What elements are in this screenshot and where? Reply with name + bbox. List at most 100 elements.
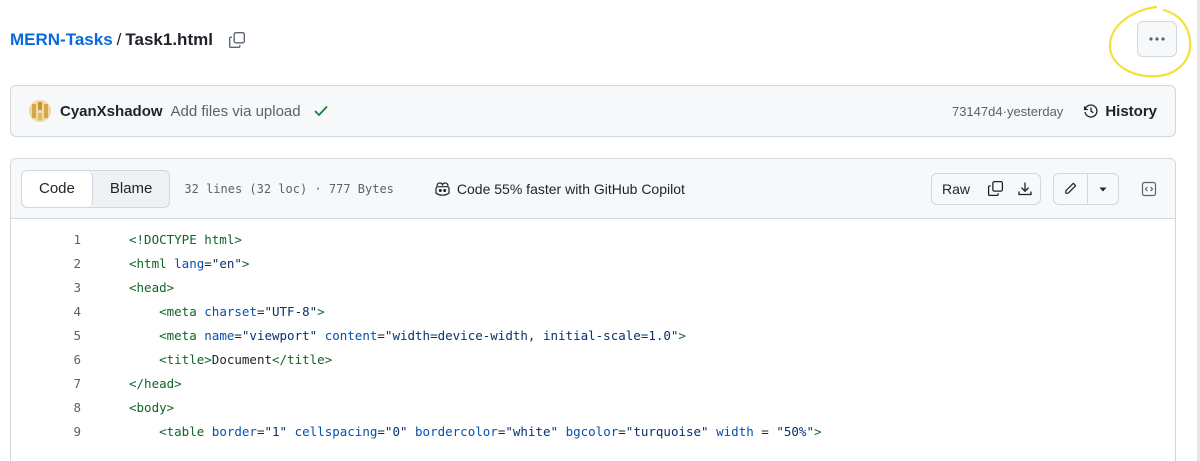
line-content: <body> (91, 400, 174, 415)
code-line: 8 <body> (11, 395, 1175, 419)
code-token: "0" (384, 423, 408, 439)
line-number[interactable]: 8 (11, 400, 91, 415)
line-content: <!DOCTYPE html> (91, 232, 242, 247)
code-token: Document (211, 351, 273, 367)
copy-icon (228, 32, 245, 48)
code-token: = (377, 423, 385, 439)
code-token: > (241, 255, 250, 271)
breadcrumb: MERN-Tasks / Task1.html (10, 24, 249, 56)
check-icon (313, 102, 331, 120)
history-button[interactable]: History (1083, 103, 1157, 120)
code-token: content (324, 327, 378, 343)
code-token: "width=device-width, initial-scale=1.0" (384, 327, 679, 343)
raw-button[interactable]: Raw (932, 174, 980, 204)
commit-sha[interactable]: 73147d4 (952, 104, 1003, 119)
code-token: charset (204, 303, 257, 319)
history-label: History (1105, 102, 1157, 120)
code-token: = (618, 423, 626, 439)
line-number[interactable]: 2 (11, 256, 91, 271)
code-token: "turquoise" (625, 423, 709, 439)
code-token: bordercolor (415, 423, 498, 439)
code-token: width (716, 423, 754, 439)
code-token: </title> (272, 351, 333, 367)
line-number[interactable]: 5 (11, 328, 91, 343)
breadcrumb-separator: / (116, 30, 122, 49)
code-line: 7 </head> (11, 371, 1175, 395)
code-token: "white" (505, 423, 559, 439)
line-content: <html lang="en"> (91, 256, 249, 271)
code-token: > (813, 423, 822, 439)
code-token: lang (174, 255, 205, 271)
line-content: <head> (91, 280, 174, 295)
edit-button[interactable] (1054, 173, 1088, 204)
code-line: 4 <meta charset="UTF-8"> (11, 299, 1175, 323)
code-line: 5 <meta name="viewport" content="width=d… (11, 323, 1175, 347)
tab-blame[interactable]: Blame (93, 171, 170, 207)
code-token: > (678, 327, 686, 343)
avatar[interactable] (29, 100, 51, 122)
code-token: <meta (159, 327, 205, 343)
line-number[interactable]: 3 (11, 280, 91, 295)
line-content: <meta name="viewport" content="width=dev… (91, 328, 686, 343)
line-content: </head> (91, 376, 182, 391)
line-number[interactable]: 4 (11, 304, 91, 319)
line-number[interactable]: 9 (11, 424, 91, 439)
code-token: "UTF-8" (264, 303, 318, 319)
file-actions: Raw (930, 172, 1165, 205)
edit-group (1053, 172, 1119, 205)
file-info: 32 lines (32 loc) · 777 Bytes (184, 181, 394, 196)
commit-author[interactable]: CyanXshadow (60, 103, 163, 120)
commit-time: yesterday (1006, 103, 1064, 119)
code-token: "50%" (776, 423, 814, 439)
copy-raw-button[interactable] (980, 174, 1010, 204)
code-body: 1 <!DOCTYPE html> 2 <html lang="en"> 3 <head>… (11, 219, 1175, 443)
code-token: </head> (129, 375, 182, 391)
code-token: cellspacing (294, 423, 378, 439)
more-options-button[interactable] (1137, 21, 1177, 57)
file-viewer: Code Blame 32 lines (32 loc) · 777 Bytes… (10, 158, 1176, 461)
code-token: = (204, 255, 212, 271)
code-token: border (211, 423, 257, 439)
code-token: <meta (159, 303, 205, 319)
code-token: = (234, 327, 242, 343)
line-content: <meta charset="UTF-8"> (91, 304, 325, 319)
download-button[interactable] (1010, 174, 1040, 204)
code-token: name (204, 327, 235, 343)
code-token: <head> (129, 279, 175, 295)
triangle-down-icon (1099, 187, 1107, 191)
code-token: <body> (129, 399, 175, 415)
tab-code[interactable]: Code (22, 170, 93, 207)
file-name: Task1.html (125, 30, 213, 49)
code-token: = (753, 423, 777, 439)
latest-commit-bar: CyanXshadow Add files via upload 73147d4… (10, 85, 1176, 137)
commit-message[interactable]: Add files via upload (171, 103, 301, 120)
repo-link[interactable]: MERN-Tasks (10, 30, 113, 50)
edit-dropdown-button[interactable] (1088, 174, 1118, 204)
code-token: <title> (159, 351, 212, 367)
code-line: 3 <head> (11, 275, 1175, 299)
view-mode-tabs: Code Blame (21, 169, 171, 208)
kebab-icon (1149, 37, 1165, 41)
code-token: = (377, 327, 385, 343)
symbols-panel-button[interactable] (1133, 173, 1165, 205)
code-token: "1" (264, 423, 288, 439)
code-line: 6 <title>Document</title> (11, 347, 1175, 371)
copilot-link[interactable]: Code 55% faster with GitHub Copilot (434, 181, 685, 197)
file-header: Code Blame 32 lines (32 loc) · 777 Bytes… (11, 159, 1175, 219)
code-token: <html (129, 255, 175, 271)
line-number[interactable]: 7 (11, 376, 91, 391)
line-number[interactable]: 6 (11, 352, 91, 367)
code-token: bgcolor (565, 423, 619, 439)
line-number[interactable]: 1 (11, 232, 91, 247)
raw-copy-download-group: Raw (930, 172, 1041, 205)
code-token: "en" (211, 255, 242, 271)
download-icon (1018, 181, 1032, 195)
copy-path-button[interactable] (225, 28, 249, 52)
copilot-icon (435, 181, 450, 196)
